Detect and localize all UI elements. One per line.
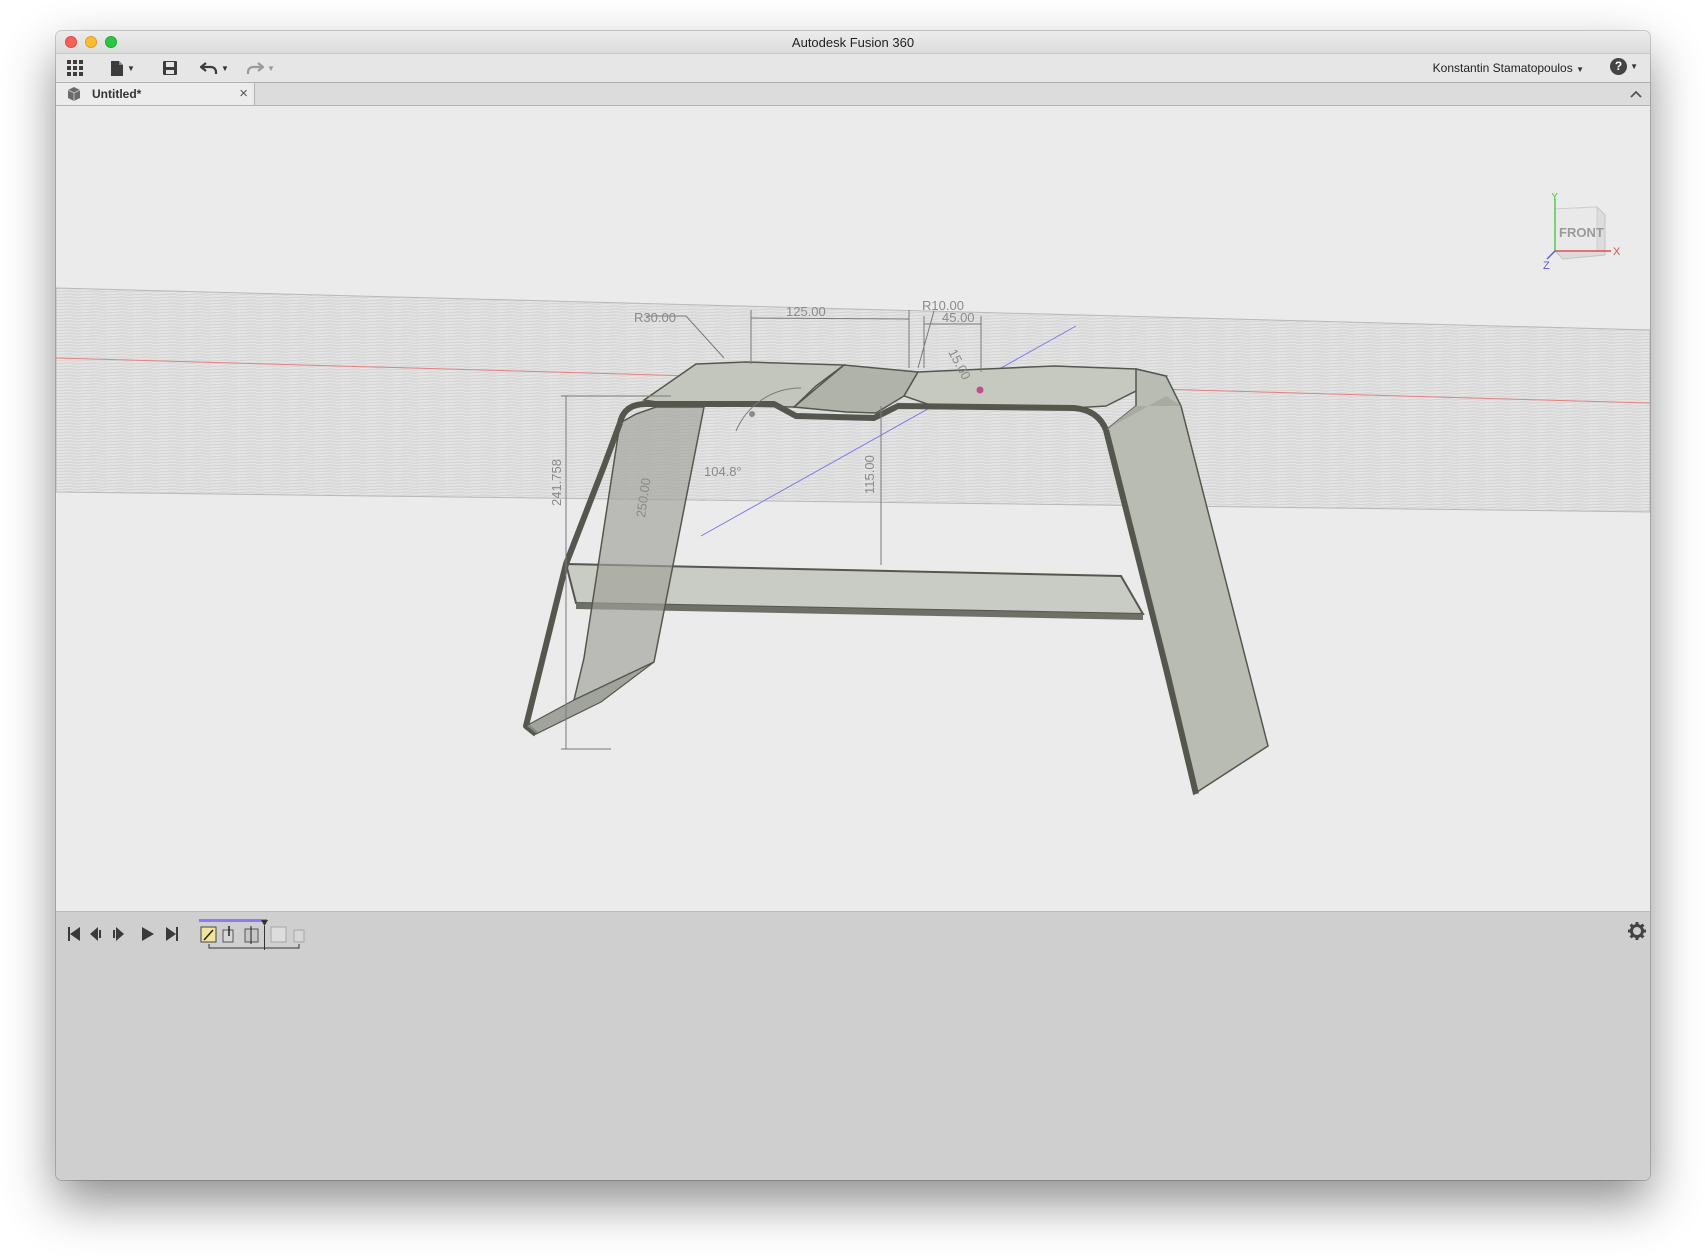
close-tab-icon[interactable]: ×	[239, 85, 248, 102]
timeline-panel	[56, 911, 1650, 1180]
dim-radius-large[interactable]: R30.00	[634, 310, 676, 325]
timeline-mirror-icon[interactable]	[244, 926, 259, 944]
step-forward-icon[interactable]	[113, 927, 124, 941]
data-panel-button[interactable]	[66, 58, 84, 78]
file-menu-button[interactable]: ▼	[110, 58, 135, 78]
chevron-down-icon: ▼	[267, 63, 275, 73]
viewcube-face-label[interactable]: FRONT	[1559, 225, 1604, 240]
grid-icon	[67, 60, 83, 76]
play-icon[interactable]	[142, 927, 154, 941]
dim-angle[interactable]: 104.8°	[704, 464, 742, 479]
redo-button[interactable]: ▼	[246, 58, 275, 78]
app-window: Autodesk Fusion 360 ▼ ▼ ▼ Konstantin Sta…	[56, 31, 1650, 1180]
timeline-controls	[68, 927, 178, 941]
help-icon: ?	[1610, 58, 1628, 75]
axis-y-label: Y	[1551, 193, 1559, 203]
timeline-suppressed-extrude-icon[interactable]	[293, 929, 305, 943]
sketch-center-point[interactable]	[749, 411, 755, 417]
chevron-down-icon: ▼	[221, 63, 229, 73]
timeline-sketch-icon[interactable]	[200, 926, 217, 943]
user-name: Konstantin Stamatopoulos	[1432, 61, 1573, 75]
canvas-viewport[interactable]: R30.00 125.00 R10.00 45.00 15.00 241.758…	[56, 106, 1650, 911]
chevron-down-icon: ▼	[1576, 65, 1584, 74]
axis-x-label: X	[1613, 246, 1621, 258]
document-tab[interactable]: Untitled* ×	[56, 83, 255, 105]
sketch-origin-point[interactable]	[976, 386, 984, 394]
gear-icon[interactable]	[1628, 922, 1646, 940]
timeline-extrude-icon[interactable]	[222, 926, 234, 943]
document-tab-label: Untitled*	[92, 87, 142, 101]
redo-icon	[246, 62, 264, 74]
undo-button[interactable]: ▼	[200, 58, 229, 78]
model-canvas: R30.00 125.00 R10.00 45.00 15.00 241.758…	[56, 287, 1650, 796]
chevron-down-icon: ▼	[1630, 62, 1638, 71]
viewcube[interactable]: FRONT Y X Z	[1543, 191, 1633, 288]
application-toolbar: ▼ ▼ ▼ Konstantin Stamatopoulos ▼ ? ▼	[56, 54, 1650, 83]
step-back-icon[interactable]	[90, 927, 101, 941]
component-icon	[67, 87, 81, 101]
document-tab-bar: Untitled* ×	[56, 83, 1650, 106]
timeline-features	[199, 919, 305, 950]
chevron-up-icon[interactable]	[1628, 86, 1644, 102]
go-to-end-icon[interactable]	[166, 927, 178, 941]
undo-icon	[200, 62, 218, 74]
chevron-down-icon: ▼	[127, 63, 135, 73]
timeline-suppressed-sketch-icon[interactable]	[270, 926, 287, 943]
axis-z-label: Z	[1543, 260, 1550, 272]
help-menu-button[interactable]: ? ▼	[1610, 58, 1638, 75]
file-icon	[111, 60, 123, 76]
dim-offset[interactable]: 45.00	[942, 310, 975, 325]
window-title: Autodesk Fusion 360	[791, 35, 915, 50]
dim-height-overall[interactable]: 241.758	[549, 459, 564, 506]
save-button[interactable]	[162, 58, 178, 78]
go-to-start-icon[interactable]	[68, 927, 80, 941]
title-bar: Autodesk Fusion 360	[56, 31, 1650, 54]
save-icon	[163, 61, 177, 75]
user-account-menu[interactable]: Konstantin Stamatopoulos ▼	[1433, 61, 1584, 75]
dim-width-top[interactable]: 125.00	[786, 304, 826, 319]
dim-shelf-height[interactable]: 115.00	[862, 455, 877, 494]
timeline-marker[interactable]	[261, 920, 268, 926]
